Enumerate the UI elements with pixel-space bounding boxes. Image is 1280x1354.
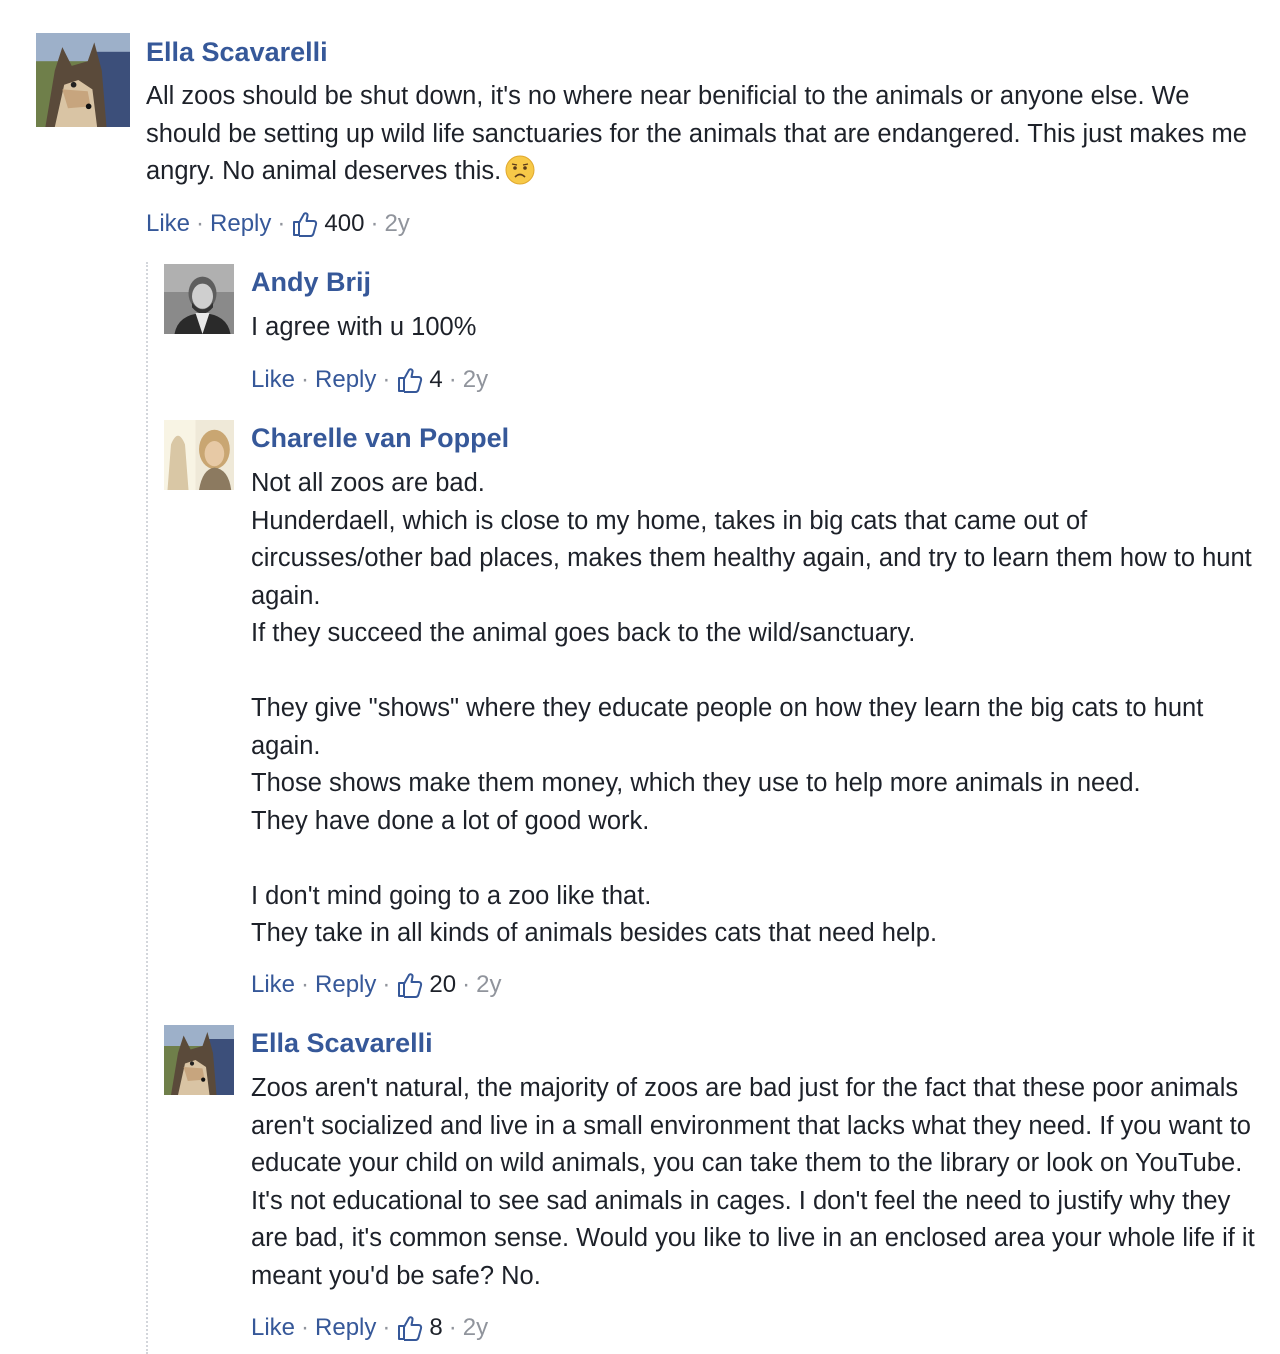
comment-actions: Like · Reply · 4 · 2y (251, 365, 488, 395)
reply-button[interactable]: Reply (210, 209, 271, 239)
separator: · (301, 1314, 310, 1341)
separator: · (277, 210, 286, 237)
like-count[interactable]: 20 (429, 970, 456, 1000)
reply-button[interactable]: Reply (315, 365, 376, 395)
avatar[interactable] (36, 33, 130, 127)
reply-button[interactable]: Reply (315, 1313, 376, 1343)
separator: · (196, 210, 205, 237)
separator: · (382, 971, 391, 998)
separator: · (370, 210, 379, 237)
comment-text: I agree with u 100% (251, 313, 477, 341)
comment-timestamp[interactable]: 2y (476, 970, 501, 1000)
comment-timestamp[interactable]: 2y (463, 1313, 488, 1343)
like-button[interactable]: Like (251, 970, 295, 1000)
comment-author[interactable]: Ella Scavarelli (146, 36, 328, 68)
worried-face-emoji (505, 155, 535, 185)
separator: · (382, 1314, 391, 1341)
like-count[interactable]: 400 (324, 209, 364, 239)
like-button[interactable]: Like (146, 209, 190, 239)
thumbs-up-icon[interactable] (396, 1314, 424, 1342)
comment-actions: Like · Reply · 20 · 2y (251, 970, 501, 1000)
like-button[interactable]: Like (251, 365, 295, 395)
avatar[interactable] (164, 1025, 234, 1095)
comment-text-content: All zoos should be shut down, it's no wh… (146, 82, 1254, 185)
comment-text: Zoos aren't natural, the majority of zoo… (251, 1074, 1262, 1290)
comment-author[interactable]: Ella Scavarelli (251, 1027, 433, 1059)
separator: · (301, 971, 310, 998)
separator: · (301, 366, 310, 393)
reply-button[interactable]: Reply (315, 970, 376, 1000)
comment-text: All zoos should be shut down, it's no wh… (146, 78, 1261, 191)
comment-author[interactable]: Charelle van Poppel (251, 422, 509, 454)
separator: · (448, 1314, 457, 1341)
comment-actions: Like · Reply · 400 · 2y (146, 209, 410, 239)
comment-author[interactable]: Andy Brij (251, 266, 371, 298)
thumbs-up-icon[interactable] (291, 210, 319, 238)
comment-text: Not all zoos are bad. Hunderdaell, which… (251, 469, 1252, 947)
avatar[interactable] (164, 264, 234, 334)
like-count[interactable]: 4 (429, 365, 442, 395)
avatar[interactable] (164, 420, 234, 490)
separator: · (382, 366, 391, 393)
like-button[interactable]: Like (251, 1313, 295, 1343)
comment-actions: Like · Reply · 8 · 2y (251, 1313, 488, 1343)
comment-timestamp[interactable]: 2y (384, 209, 409, 239)
comment-timestamp[interactable]: 2y (463, 365, 488, 395)
separator: · (448, 366, 457, 393)
separator: · (462, 971, 471, 998)
reply-thread-line (146, 262, 148, 1354)
thumbs-up-icon[interactable] (396, 971, 424, 999)
like-count[interactable]: 8 (429, 1313, 442, 1343)
thumbs-up-icon[interactable] (396, 366, 424, 394)
